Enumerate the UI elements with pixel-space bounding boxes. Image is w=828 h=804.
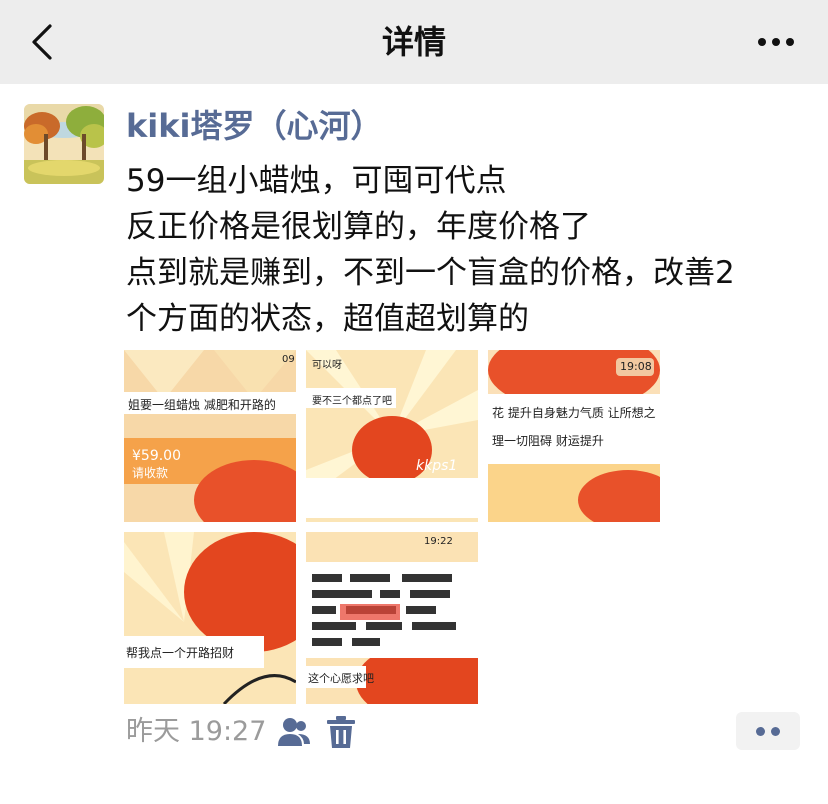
post-photo-4[interactable]: 帮我点一个开路招财 <box>124 532 296 704</box>
photo-caption: 理一切阻碍 财运提升 <box>492 434 604 448</box>
post-timestamp: 昨天 19:27 <box>126 716 267 747</box>
photo-watermark: kkps1 <box>416 458 458 474</box>
photo-amount: ¥59.00 <box>132 448 181 464</box>
photo-caption: 这个心愿求吧 <box>308 672 374 685</box>
post-text-line: 点到就是赚到，不到一个盲盒的价格，改善2 <box>126 255 735 291</box>
avatar[interactable] <box>24 104 104 184</box>
photo-time: 19:08 <box>620 360 652 373</box>
photo-caption: 花 提升自身魅力气质 让所想之 <box>492 406 656 420</box>
post-text-line: 反正价格是很划算的，年度价格了 <box>126 209 591 245</box>
page-title: 详情 <box>381 23 446 61</box>
photo-caption: 请收款 <box>132 466 169 480</box>
comment-like-button[interactable] <box>736 712 800 750</box>
post-content: 59一组小蜡烛，可囤可代点 反正价格是很划算的，年度价格了 点到就是赚到，不到一… <box>126 158 816 342</box>
trash-icon <box>327 716 355 748</box>
dot-icon <box>756 727 765 736</box>
post-photo-5[interactable]: 这个心愿求吧 19:22 <box>306 532 478 704</box>
more-dots-icon <box>758 38 794 46</box>
post-photo-1[interactable]: 姐要一组蜡烛 减肥和开路的 ¥59.00 请收款 09 <box>124 350 296 522</box>
post-photo-2[interactable]: 可以呀 要不三个都点了吧 kkps1 <box>306 350 478 522</box>
more-button[interactable] <box>754 24 798 60</box>
post-photo-3[interactable]: 花 提升自身魅力气质 让所想之 理一切阻碍 财运提升 19:08 <box>488 350 660 522</box>
navigation-bar: 详情 <box>0 0 828 84</box>
photo-time: 19:22 <box>424 536 453 547</box>
photo-caption: 可以呀 <box>312 360 342 371</box>
photo-caption: 帮我点一个开路招财 <box>126 646 235 660</box>
post-text-line: 59一组小蜡烛，可囤可代点 <box>126 163 507 199</box>
post-text-line: 个方面的状态，超值超划算的 <box>126 301 529 337</box>
dot-icon <box>771 727 780 736</box>
delete-button[interactable] <box>325 714 357 750</box>
people-icon <box>278 718 310 746</box>
post-author-name[interactable]: kiki塔罗（心河） <box>126 104 383 148</box>
photo-caption: 姐要一组蜡烛 减肥和开路的 <box>128 398 276 412</box>
photo-caption: 要不三个都点了吧 <box>312 396 392 407</box>
visibility-icon[interactable] <box>276 714 312 750</box>
photo-time: 09 <box>282 354 295 365</box>
